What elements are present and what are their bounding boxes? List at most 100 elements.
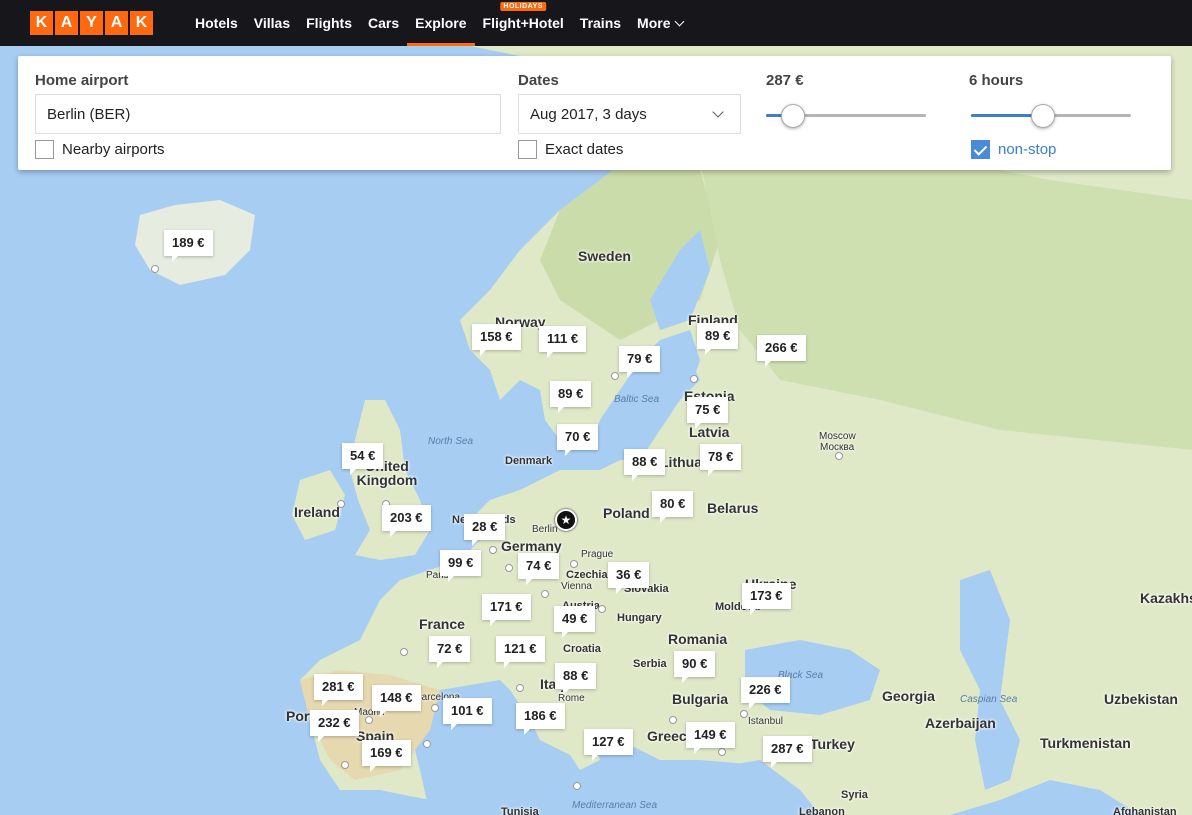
destination-dot[interactable] xyxy=(541,590,549,598)
price-tag[interactable]: 28 € xyxy=(464,514,506,546)
price-tag[interactable]: 90 € xyxy=(674,651,716,683)
nearby-airports-checkbox[interactable] xyxy=(35,140,54,159)
label-france: France xyxy=(419,616,465,632)
nearby-airports-label: Nearby airports xyxy=(62,141,165,158)
price-tag[interactable]: 266 € xyxy=(757,335,806,367)
destination-dot[interactable] xyxy=(570,560,578,568)
price-tag[interactable]: 80 € xyxy=(652,491,694,523)
max-duration-slider[interactable] xyxy=(971,104,1131,128)
home-airport-marker[interactable]: ★ xyxy=(555,509,577,531)
destination-dot[interactable] xyxy=(611,372,619,380)
destination-dot[interactable] xyxy=(423,740,431,748)
price-tag[interactable]: 186 € xyxy=(516,703,565,735)
dates-value: Aug 2017, 3 days xyxy=(530,105,647,123)
price-tag[interactable]: 203 € xyxy=(382,505,431,537)
price-tag[interactable]: 287 € xyxy=(763,736,812,768)
destination-dot[interactable] xyxy=(505,564,513,572)
price-tag[interactable]: 74 € xyxy=(518,553,560,585)
nav-trains[interactable]: Trains xyxy=(572,0,629,46)
destination-dot[interactable] xyxy=(669,716,677,724)
price-tag[interactable]: 88 € xyxy=(624,449,666,481)
price-tag[interactable]: 226 € xyxy=(741,677,790,709)
price-tag[interactable]: 49 € xyxy=(554,606,596,638)
nav-more[interactable]: More xyxy=(629,0,690,46)
price-tag[interactable]: 89 € xyxy=(550,381,592,413)
nav-more-label: More xyxy=(637,15,671,31)
nearby-airports-checkbox-row[interactable]: Nearby airports xyxy=(35,140,165,159)
nav-hotels[interactable]: Hotels xyxy=(187,0,246,46)
nav-cars[interactable]: Cars xyxy=(360,0,407,46)
nav-flights[interactable]: Flights xyxy=(298,0,360,46)
destination-dot[interactable] xyxy=(516,684,524,692)
price-tag[interactable]: 79 € xyxy=(619,346,661,378)
label-north-sea: North Sea xyxy=(428,436,474,447)
home-airport-input[interactable]: Berlin (BER) xyxy=(35,94,501,134)
exact-dates-label: Exact dates xyxy=(545,141,624,158)
price-tag[interactable]: 99 € xyxy=(440,550,482,582)
label-belarus: Belarus xyxy=(707,500,759,516)
price-tag[interactable]: 72 € xyxy=(429,636,471,668)
label-afghanistan: Afghanistan xyxy=(1113,806,1177,815)
price-tag[interactable]: 121 € xyxy=(496,636,545,668)
logo-letter: K xyxy=(30,11,53,35)
price-tag[interactable]: 101 € xyxy=(443,698,492,730)
price-tag[interactable]: 88 € xyxy=(555,663,597,695)
label-turkey: Turkey xyxy=(810,736,855,752)
price-tag[interactable]: 169 € xyxy=(362,740,411,772)
label-baltic-sea: Baltic Sea xyxy=(614,394,660,405)
destination-dot[interactable] xyxy=(690,375,698,383)
nav-explore[interactable]: Explore xyxy=(407,0,475,46)
destination-dot[interactable] xyxy=(573,782,581,790)
price-tag[interactable]: 111 € xyxy=(539,326,587,358)
price-tag[interactable]: 89 € xyxy=(697,323,739,355)
price-tag[interactable]: 173 € xyxy=(742,583,791,615)
destination-dot[interactable] xyxy=(835,452,843,460)
destination-dot[interactable] xyxy=(341,761,349,769)
nav-flight-hotel-label: Flight+Hotel xyxy=(482,15,564,31)
label-czechia: Czechia xyxy=(566,569,608,581)
destination-dot[interactable] xyxy=(718,748,726,756)
slider-handle[interactable] xyxy=(781,104,806,128)
max-price-slider[interactable] xyxy=(766,104,926,128)
max-price-label: 287 € xyxy=(766,72,804,89)
non-stop-checkbox[interactable] xyxy=(971,140,990,159)
price-tag[interactable]: 149 € xyxy=(686,722,735,754)
dates-label: Dates xyxy=(518,72,559,89)
exact-dates-checkbox-row[interactable]: Exact dates xyxy=(518,140,623,159)
label-moscow: Moscow xyxy=(819,431,856,442)
logo-letter: A xyxy=(105,11,128,35)
price-tag[interactable]: 232 € xyxy=(310,710,359,742)
destination-dot[interactable] xyxy=(740,710,748,718)
kayak-logo[interactable]: K A Y A K xyxy=(30,11,153,35)
destination-dot[interactable] xyxy=(337,500,345,508)
destination-dot[interactable] xyxy=(400,648,408,656)
non-stop-checkbox-row[interactable]: non-stop xyxy=(971,140,1056,159)
price-tag[interactable]: 36 € xyxy=(608,562,650,594)
nav-flight-hotel[interactable]: HOLIDAYS Flight+Hotel xyxy=(475,0,572,46)
destination-dot[interactable] xyxy=(365,716,373,724)
destination-dot[interactable] xyxy=(489,546,497,554)
price-tag[interactable]: 54 € xyxy=(342,443,384,475)
price-tag[interactable]: 70 € xyxy=(557,424,599,456)
home-airport-label: Home airport xyxy=(35,72,129,89)
main-nav: Hotels Villas Flights Cars Explore HOLID… xyxy=(187,0,691,46)
label-lebanon: Lebanon xyxy=(799,806,845,815)
destination-dot[interactable] xyxy=(151,265,159,273)
destination-dot[interactable] xyxy=(598,605,606,613)
price-tag[interactable]: 127 € xyxy=(584,729,633,761)
label-berlin: Berlin xyxy=(532,524,558,535)
price-tag[interactable]: 281 € xyxy=(314,674,363,706)
price-tag-iceland[interactable]: 189 € xyxy=(164,230,213,262)
slider-handle[interactable] xyxy=(1031,104,1055,128)
top-navigation-bar: K A Y A K Hotels Villas Flights Cars Exp… xyxy=(0,0,1192,46)
exact-dates-checkbox[interactable] xyxy=(518,140,537,159)
destination-dot[interactable] xyxy=(431,704,439,712)
price-tag[interactable]: 148 € xyxy=(372,685,421,717)
price-tag[interactable]: 75 € xyxy=(687,397,729,429)
price-tag[interactable]: 171 € xyxy=(482,594,531,626)
price-tag[interactable]: 78 € xyxy=(700,444,742,476)
price-tag[interactable]: 158 € xyxy=(472,324,521,356)
dates-select[interactable]: Aug 2017, 3 days xyxy=(518,94,741,134)
label-georgia: Georgia xyxy=(882,688,935,704)
nav-villas[interactable]: Villas xyxy=(246,0,298,46)
